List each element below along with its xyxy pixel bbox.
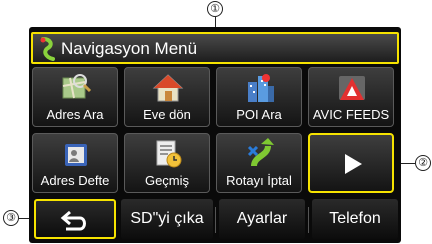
play-arrow-icon <box>345 154 362 174</box>
address-book-icon <box>65 144 87 166</box>
return-arrow-icon <box>60 210 86 231</box>
avic-feeds-label: AVIC FEEDS <box>312 107 390 122</box>
poi-buildings-icon <box>248 74 274 102</box>
navigation-screen: Navigasyon Menü Adres Ara Eve dön POI Ar… <box>29 27 401 243</box>
callout-3: ③ <box>3 210 19 226</box>
page-title: Navigasyon Menü <box>61 39 198 58</box>
history-clock-icon <box>156 140 182 168</box>
back-button[interactable] <box>34 199 116 239</box>
next-page-button[interactable] <box>308 133 394 193</box>
avic-feeds-button[interactable]: AVIC FEEDS <box>308 67 394 127</box>
poi-search-label: POI Ara <box>236 107 282 122</box>
address-search-button[interactable]: Adres Ara <box>32 67 118 127</box>
route-cancel-icon <box>247 138 274 167</box>
callout-1: ① <box>207 1 223 17</box>
map-search-icon <box>62 74 92 99</box>
address-book-button[interactable]: Adres Defte <box>32 133 118 193</box>
callout-2: ② <box>415 155 431 171</box>
go-home-label: Eve dön <box>143 107 191 122</box>
poi-search-button[interactable]: POI Ara <box>216 67 302 127</box>
menu-title-bar[interactable]: Navigasyon Menü <box>31 32 399 64</box>
history-button[interactable]: Geçmiş <box>124 133 210 193</box>
home-icon <box>152 74 184 102</box>
bottom-divider <box>308 207 309 233</box>
bottom-divider <box>215 207 216 233</box>
settings-button[interactable]: Ayarlar <box>219 199 305 239</box>
cancel-route-button[interactable]: Rotayı İptal <box>216 133 302 193</box>
go-home-button[interactable]: Eve dön <box>124 67 210 127</box>
avic-feeds-icon <box>339 76 365 100</box>
phone-button[interactable]: Telefon <box>312 199 398 239</box>
sd-eject-button[interactable]: SD"yi çıka <box>121 199 213 239</box>
history-label: Geçmiş <box>144 173 190 188</box>
address-book-label: Adres Defte <box>40 173 110 188</box>
navigation-logo-icon <box>40 37 55 61</box>
address-search-label: Adres Ara <box>46 107 104 122</box>
cancel-route-label: Rotayı İptal <box>226 173 292 188</box>
